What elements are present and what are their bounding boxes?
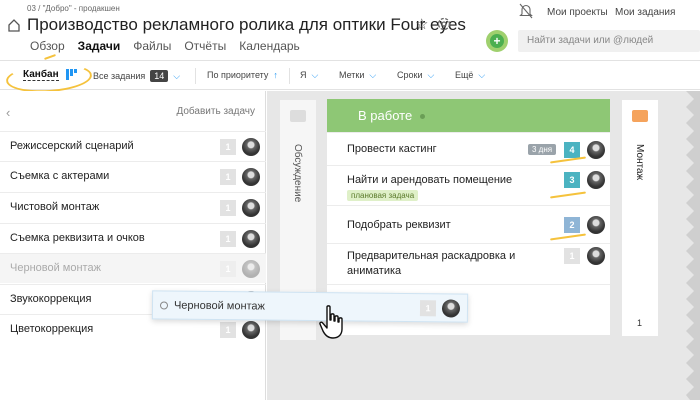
- column-header[interactable]: В работе: [327, 99, 610, 132]
- card-count: 1: [564, 248, 580, 264]
- avatar[interactable]: [242, 168, 260, 186]
- task-label: Цветокоррекция: [10, 323, 94, 335]
- avatar[interactable]: [587, 141, 605, 159]
- add-task-link[interactable]: Добавить задачу: [176, 106, 255, 117]
- tab-overview[interactable]: Обзор: [30, 39, 65, 53]
- my-projects-link[interactable]: Мои проекты: [547, 7, 608, 18]
- avatar[interactable]: [242, 138, 260, 156]
- avatar[interactable]: [587, 247, 605, 265]
- tab-files[interactable]: Файлы: [133, 39, 171, 53]
- avatar[interactable]: [242, 199, 260, 217]
- column-title: Обсуждение: [292, 144, 303, 203]
- all-tasks-filter[interactable]: Все задания 14 ⌵: [93, 70, 180, 82]
- chevron-down-icon: ⌵: [478, 70, 486, 80]
- task-count: 1: [419, 300, 437, 317]
- column-color-swatch: [632, 110, 648, 122]
- arrow-up-icon: ↑: [273, 70, 278, 80]
- sort-label: По приоритету: [207, 70, 269, 80]
- my-tasks-link[interactable]: Мои задания: [615, 7, 675, 18]
- dragged-task-card[interactable]: Черновой монтаж 1: [151, 290, 469, 323]
- task-label: Чистовой монтаж: [10, 201, 100, 213]
- column-color-swatch: [290, 110, 306, 122]
- card-title: Подобрать реквизит: [347, 219, 451, 231]
- list-item[interactable]: Режиссерский сценарий 1: [0, 131, 266, 161]
- deadline-badge: 3 дня: [528, 144, 557, 155]
- task-label: Режиссерский сценарий: [10, 140, 134, 152]
- avatar: [441, 299, 461, 318]
- sort-priority[interactable]: По приоритету ↑: [207, 70, 278, 80]
- tab-calendar[interactable]: Календарь: [239, 39, 300, 53]
- filter-toolbar: Канбан Все задания 14 ⌵ По приоритету ↑ Я ⌵ …: [0, 60, 700, 90]
- task-label: Съемка реквизита и очков: [10, 232, 145, 244]
- list-item[interactable]: Съемка реквизита и очков 1: [0, 223, 266, 253]
- chevron-down-icon: ⌵: [173, 71, 181, 81]
- radio-circle-icon: [159, 301, 169, 310]
- card-count: 2: [564, 217, 580, 233]
- chevron-down-icon: ⌵: [369, 70, 377, 80]
- avatar[interactable]: [587, 216, 605, 234]
- chevron-left-icon[interactable]: ‹: [6, 105, 10, 120]
- card-count: 3: [564, 172, 580, 188]
- column-title: В работе: [358, 108, 413, 123]
- task-label: Звукокоррекция: [10, 293, 92, 305]
- task-label: Черновой монтаж: [10, 262, 101, 274]
- planned-task-badge: плановая задача: [347, 190, 419, 201]
- tags-filter[interactable]: Метки ⌵: [339, 70, 376, 81]
- task-count: 1: [220, 322, 236, 338]
- card-title: Предварительная раскадровка и аниматика: [347, 250, 516, 277]
- task-label: Черновой монтаж: [173, 299, 266, 313]
- star-icon[interactable]: ☆: [415, 15, 428, 33]
- list-item[interactable]: Чистовой монтаж 1: [0, 192, 266, 222]
- all-tasks-label: Все задания: [93, 71, 146, 81]
- gear-icon[interactable]: [436, 16, 452, 32]
- column-count: 1: [637, 318, 643, 328]
- more-filter[interactable]: Ещё ⌵: [455, 70, 485, 81]
- list-item[interactable]: Съемка с актерами 1: [0, 161, 266, 191]
- avatar: [242, 260, 260, 278]
- kanban-card[interactable]: Предварительная раскадровка и аниматика …: [327, 243, 610, 285]
- board-torn-edge: [686, 91, 700, 400]
- tab-reports[interactable]: Отчёты: [184, 39, 226, 53]
- column-montage[interactable]: Монтаж 1: [622, 100, 658, 336]
- kanban-card[interactable]: Найти и арендовать помещение плановая за…: [327, 165, 610, 205]
- assignee-filter[interactable]: Я ⌵: [300, 70, 318, 81]
- chevron-down-icon: ⌵: [311, 70, 319, 80]
- hand-cursor-icon: [319, 305, 343, 339]
- bell-muted-icon[interactable]: [519, 3, 533, 19]
- chevron-down-icon: ⌵: [427, 70, 435, 80]
- assignee-label: Я: [300, 70, 307, 80]
- avatar[interactable]: [242, 321, 260, 339]
- task-label: Съемка с актерами: [10, 170, 110, 182]
- project-tabs: Обзор Задачи Файлы Отчёты Календарь: [30, 39, 300, 53]
- task-count: 1: [220, 169, 236, 185]
- avatar[interactable]: [587, 171, 605, 189]
- plus-icon: +: [490, 34, 504, 48]
- all-tasks-count: 14: [150, 70, 169, 82]
- card-title: Провести кастинг: [347, 143, 437, 155]
- search-input[interactable]: Найти задачи или @людей: [518, 30, 700, 52]
- task-count: 1: [220, 139, 236, 155]
- project-title: Производство рекламного ролика для оптик…: [27, 15, 466, 34]
- breadcrumb[interactable]: 03 / "Добро" - продакшен: [27, 4, 120, 13]
- task-count: 1: [220, 200, 236, 216]
- task-count: 1: [220, 261, 236, 277]
- deadlines-label: Сроки: [397, 70, 423, 80]
- avatar[interactable]: [242, 230, 260, 248]
- tags-label: Метки: [339, 70, 365, 80]
- list-item-placeholder: Черновой монтаж 1: [0, 253, 266, 283]
- card-title: Найти и арендовать помещение: [347, 174, 513, 186]
- deadlines-filter[interactable]: Сроки ⌵: [397, 70, 434, 81]
- home-icon[interactable]: [7, 18, 21, 32]
- column-title: Монтаж: [634, 144, 645, 181]
- tab-tasks[interactable]: Задачи: [78, 39, 121, 53]
- task-count: 1: [220, 231, 236, 247]
- more-label: Ещё: [455, 70, 474, 80]
- task-list-panel: ‹ Добавить задачу Режиссерский сценарий …: [0, 91, 266, 400]
- card-count: 4: [564, 142, 580, 158]
- add-task-button[interactable]: +: [486, 30, 508, 52]
- column-status-dot: [420, 114, 425, 119]
